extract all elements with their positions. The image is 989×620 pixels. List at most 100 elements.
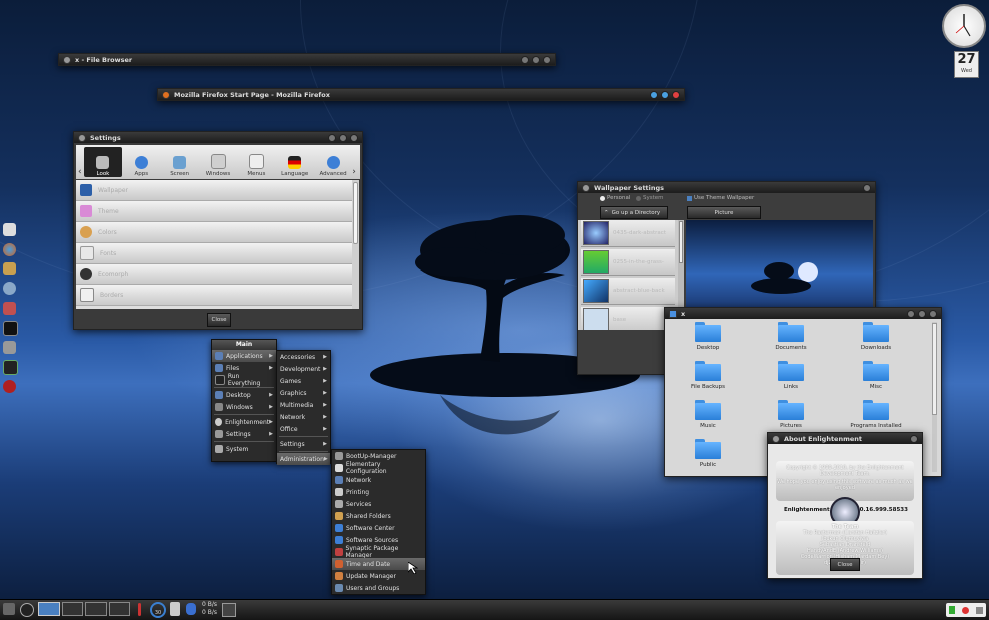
menu-item-applications[interactable]: Applications ▶ (212, 350, 276, 362)
file-manager-titlebar[interactable]: x (665, 308, 941, 319)
settings-window[interactable]: Settings ‹ Look Apps Screen Windows Menu… (73, 131, 363, 330)
about-enlightenment-window[interactable]: About Enlightenment Copyright © 1999-201… (767, 432, 923, 579)
maximize-button[interactable] (339, 133, 347, 142)
folder-links[interactable]: Links (763, 361, 819, 390)
folder-documents[interactable]: Documents (763, 322, 819, 351)
menu-item-network[interactable]: Network ▶ (277, 411, 330, 423)
folder-icon[interactable] (669, 309, 677, 318)
cpu-gauge[interactable]: 30 (150, 602, 166, 618)
list-item[interactable]: Colors (76, 222, 352, 243)
about-titlebar[interactable]: About Enlightenment (768, 433, 922, 444)
settings-titlebar[interactable]: Settings (74, 132, 362, 143)
about-close-button[interactable]: Close (830, 558, 860, 571)
tab-windows[interactable]: Windows (199, 147, 237, 177)
scroll-right-icon[interactable]: › (352, 167, 358, 177)
minimize-button[interactable] (328, 133, 336, 142)
shutdown-launcher-icon[interactable] (3, 380, 16, 393)
close-button[interactable] (863, 183, 871, 192)
menu-item-software-center[interactable]: Software Center (332, 522, 425, 534)
folder-downloads[interactable]: Downloads (848, 322, 904, 351)
bluetooth-icon[interactable] (186, 603, 196, 615)
tab-apps[interactable]: Apps (122, 147, 160, 177)
wallpaper-settings-icon[interactable] (582, 183, 590, 192)
settings-close-button[interactable]: Close (207, 313, 231, 327)
close-button[interactable] (910, 434, 918, 443)
tab-menus[interactable]: Menus (237, 147, 275, 177)
list-item[interactable]: base (581, 307, 675, 330)
minimize-button[interactable] (521, 55, 529, 64)
menu-item-enlightenment[interactable]: Enlightenment ▶ (212, 416, 276, 428)
menu-item-services[interactable]: Services (332, 498, 425, 510)
maximize-button[interactable] (918, 309, 926, 318)
close-button[interactable] (672, 90, 680, 99)
firefox-window[interactable]: Mozilla Firefox Start Page - Mozilla Fir… (157, 88, 685, 101)
minimize-button[interactable] (907, 309, 915, 318)
menu-item-office[interactable]: Office ▶ (277, 423, 330, 435)
radio-personal[interactable]: Personal (600, 195, 630, 201)
close-button[interactable] (929, 309, 937, 318)
pager-desk-3[interactable] (85, 602, 107, 616)
menu-item-development[interactable]: Development ▶ (277, 363, 330, 375)
menu-item-network-admin[interactable]: Network (332, 474, 425, 486)
terminal-launcher-icon[interactable] (3, 321, 18, 336)
close-button[interactable] (543, 55, 551, 64)
folder-desktop[interactable]: Desktop (680, 322, 736, 351)
firefox-titlebar[interactable]: Mozilla Firefox Start Page - Mozilla Fir… (158, 89, 684, 100)
editor-launcher-icon[interactable] (3, 262, 16, 275)
tab-look[interactable]: Look (83, 147, 123, 177)
use-theme-wallpaper-checkbox[interactable]: Use Theme Wallpaper (687, 195, 754, 201)
file-manager-scrollbar[interactable] (932, 322, 937, 472)
menu-item-elementary-configuration[interactable]: Elementary Configuration (332, 461, 425, 475)
menu-item-users-and-groups[interactable]: Users and Groups (332, 582, 425, 594)
trash-icon[interactable] (170, 602, 180, 616)
menu-item-shared-folders[interactable]: Shared Folders (332, 510, 425, 522)
home-launcher-icon[interactable] (3, 302, 16, 315)
list-item[interactable]: Fonts (76, 243, 352, 264)
list-item[interactable]: Theme (76, 201, 352, 222)
folder-pictures[interactable]: Pictures (763, 400, 819, 429)
folder-music[interactable]: Music (680, 400, 736, 429)
menu-item-settings[interactable]: Settings ▶ (212, 428, 276, 440)
monitor-launcher-icon[interactable] (3, 360, 18, 375)
minimize-button[interactable] (650, 90, 658, 99)
menu-item-synaptic[interactable]: Synaptic Package Manager (332, 545, 425, 559)
menu-item-games[interactable]: Games ▶ (277, 375, 330, 387)
menu-item-administration[interactable]: Administration ▶ (277, 453, 330, 465)
list-item[interactable]: Ecomorph (76, 264, 352, 285)
file-browser-titlebar[interactable]: x - File Browser (59, 54, 555, 65)
menu-item-settings-sub[interactable]: Settings ▶ (277, 438, 330, 450)
go-up-directory-button[interactable]: ⌃ Go up a Directory (600, 206, 668, 219)
pager-desk-4[interactable] (108, 602, 130, 616)
list-item[interactable]: Wallpaper (76, 180, 352, 201)
enlightenment-button-icon[interactable] (20, 603, 34, 617)
pager-desk-2[interactable] (61, 602, 83, 616)
tray-network-icon[interactable] (975, 606, 983, 614)
file-manager-launcher-icon[interactable] (3, 223, 16, 236)
volume-launcher-icon[interactable] (3, 341, 16, 354)
menu-item-run-everything[interactable]: Run Everything (212, 373, 276, 387)
scrollbar-thumb[interactable] (353, 182, 358, 244)
folder-file-backups[interactable]: File Backups (680, 361, 736, 390)
firefox-launcher-icon[interactable] (3, 243, 16, 256)
maximize-button[interactable] (532, 55, 540, 64)
scroll-left-icon[interactable]: ‹ (78, 167, 84, 177)
menu-item-multimedia[interactable]: Multimedia ▶ (277, 399, 330, 411)
scrollbar-thumb[interactable] (679, 221, 683, 263)
menu-item-system[interactable]: System (212, 443, 276, 455)
tab-advanced[interactable]: Advanced (314, 147, 352, 177)
list-item[interactable]: 0255-in-the-grass- (581, 249, 675, 276)
close-button[interactable] (350, 133, 358, 142)
list-item[interactable]: abstract-blue-back (581, 278, 675, 305)
list-item[interactable]: 0435-dark-abstract (581, 220, 675, 247)
maximize-button[interactable] (661, 90, 669, 99)
list-item[interactable]: Borders (76, 285, 352, 306)
menu-item-graphics[interactable]: Graphics ▶ (277, 387, 330, 399)
radio-system[interactable]: System (636, 195, 664, 201)
picture-button[interactable]: Picture (687, 206, 761, 219)
analog-clock[interactable] (942, 4, 986, 48)
network-monitor-icon[interactable] (222, 603, 236, 617)
scrollbar-thumb[interactable] (932, 323, 937, 415)
folder-programs-installed[interactable]: Programs Installed (848, 400, 904, 429)
tray-app-icon[interactable] (949, 606, 956, 614)
file-browser-window[interactable]: x - File Browser (58, 53, 556, 66)
